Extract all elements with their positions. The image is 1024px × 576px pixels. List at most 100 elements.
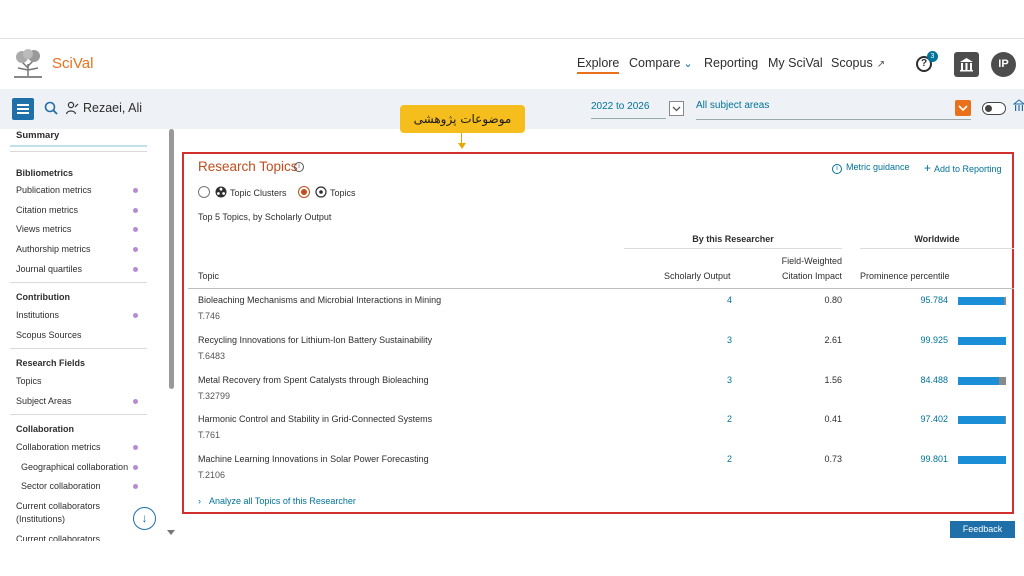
column-header-scholarly-output[interactable]: Scholarly Output <box>664 270 731 283</box>
topic-clusters-icon <box>215 186 227 198</box>
sidebar-item-publication-metrics[interactable]: Publication metrics <box>16 184 136 197</box>
topic-name[interactable]: Harmonic Control and Stability in Grid-C… <box>198 414 432 424</box>
sidebar-item-current-collaborators[interactable]: Current collaborators <box>16 533 136 541</box>
group-header-researcher: By this Researcher <box>692 234 774 244</box>
sidebar-heading-bibliometrics: Bibliometrics <box>16 168 74 178</box>
nav-compare-label: Compare <box>629 56 681 70</box>
scholarly-output-value[interactable]: 2 <box>710 414 732 424</box>
table-row[interactable]: Metal Recovery from Spent Catalysts thro… <box>184 375 1012 415</box>
table-row[interactable]: Harmonic Control and Stability in Grid-C… <box>184 414 1012 454</box>
scholarly-output-value[interactable]: 3 <box>710 335 732 345</box>
panel-menu-button[interactable] <box>12 98 34 120</box>
analyze-all-topics-link[interactable]: › Analyze all Topics of this Researcher <box>198 496 356 506</box>
topic-code: T.32799 <box>198 391 231 401</box>
year-range-dropdown[interactable] <box>669 101 684 116</box>
nav-compare[interactable]: Compare ⌄ <box>629 56 693 70</box>
metric-guidance-label: Metric guidance <box>846 162 910 172</box>
chevron-down-icon <box>672 106 681 112</box>
prominence-value[interactable]: 95.784 <box>910 295 948 305</box>
sidebar-item-summary[interactable]: Summary <box>10 129 147 147</box>
sidebar-heading-collaboration: Collaboration <box>16 424 74 434</box>
topic-name[interactable]: Machine Learning Innovations in Solar Po… <box>198 454 429 464</box>
annotation-arrow-icon <box>458 143 466 149</box>
column-header-fwci-line1[interactable]: Field-Weighted <box>778 255 842 268</box>
institution-icon[interactable] <box>1013 99 1024 113</box>
scholarly-output-value[interactable]: 3 <box>710 375 732 385</box>
sidebar-item-citation-metrics[interactable]: Citation metrics <box>16 204 136 217</box>
view-toggle[interactable] <box>982 102 1006 115</box>
external-link-icon: ↗ <box>876 59 886 70</box>
brand-name[interactable]: SciVal <box>52 55 93 72</box>
table-row[interactable]: Machine Learning Innovations in Solar Po… <box>184 454 1012 494</box>
radio-topic-clusters[interactable] <box>198 186 210 198</box>
sidebar-item-scopus-sources[interactable]: Scopus Sources <box>16 329 136 342</box>
sidebar-item-subject-areas[interactable]: Subject Areas <box>16 395 136 408</box>
nav-reporting[interactable]: Reporting <box>704 56 758 70</box>
sidebar-item-authorship-metrics[interactable]: Authorship metrics <box>16 243 136 256</box>
researcher-icon <box>65 101 79 115</box>
scholarly-output-value[interactable]: 4 <box>710 295 732 305</box>
column-header-fwci-line2[interactable]: Citation Impact <box>768 270 842 283</box>
sidebar-heading-contribution: Contribution <box>16 292 70 302</box>
sidebar-item-collaboration-metrics[interactable]: Collaboration metrics <box>16 441 136 454</box>
prominence-bar <box>958 337 1006 345</box>
user-avatar[interactable]: IP <box>991 52 1016 77</box>
scroll-down-arrow-icon[interactable] <box>167 530 175 535</box>
prominence-value[interactable]: 97.402 <box>910 414 948 424</box>
prominence-bar <box>958 456 1006 464</box>
sidebar-divider <box>10 414 147 415</box>
prominence-bar-fill <box>958 377 999 385</box>
nav-explore[interactable]: Explore <box>577 56 620 74</box>
sidebar-dot-icon <box>133 445 138 450</box>
feedback-button[interactable]: Feedback <box>950 521 1015 538</box>
scroll-down-button[interactable]: ↓ <box>133 507 156 530</box>
prominence-value[interactable]: 84.488 <box>910 375 948 385</box>
column-header-prominence[interactable]: Prominence percentile <box>860 270 950 283</box>
fwci-value: 2.61 <box>824 335 842 345</box>
year-range-select[interactable]: 2022 to 2026 <box>591 101 666 119</box>
sidebar-divider <box>10 348 147 349</box>
sidebar-item-views-metrics[interactable]: Views metrics <box>16 223 136 236</box>
sidebar-dot-icon <box>133 188 138 193</box>
nav-scopus[interactable]: Scopus ↗ <box>831 56 885 70</box>
institution-button[interactable] <box>954 52 979 77</box>
prominence-bar <box>958 297 1006 305</box>
sidebar-divider <box>10 282 147 283</box>
annotation-callout: موضوعات پژوهشی <box>400 105 525 133</box>
prominence-bar-fill <box>958 416 1005 424</box>
sidebar-item-current-collaborators-institutions[interactable]: Current collaborators (Institutions) <box>16 500 136 526</box>
radio-topics[interactable] <box>298 186 310 198</box>
topic-name[interactable]: Metal Recovery from Spent Catalysts thro… <box>198 375 429 385</box>
sidebar-dot-icon <box>133 465 138 470</box>
nav-my-scival[interactable]: My SciVal <box>768 56 823 70</box>
topic-code: T.2106 <box>198 470 226 480</box>
subject-area-select[interactable]: All subject areas <box>696 100 971 120</box>
topic-name[interactable]: Bioleaching Mechanisms and Microbial Int… <box>198 295 441 305</box>
column-header-topic[interactable]: Topic <box>198 270 219 283</box>
sidebar-item-topics[interactable]: Topics <box>16 375 136 388</box>
sidebar-dot-icon <box>133 313 138 318</box>
table-row[interactable]: Recycling Innovations for Lithium-Ion Ba… <box>184 335 1012 375</box>
topics-icon <box>315 186 327 198</box>
sidebar-scrollbar[interactable] <box>169 129 174 389</box>
metric-guidance-link[interactable]: i Metric guidance <box>832 162 910 174</box>
radio-topic-clusters-label: Topic Clusters <box>230 188 287 198</box>
info-icon[interactable]: i <box>294 162 304 172</box>
feedback-label: Feedback <box>962 524 1003 534</box>
subject-area-dropdown[interactable] <box>955 100 971 116</box>
sidebar-item-geographical-collaboration[interactable]: Geographical collaboration <box>21 461 141 474</box>
prominence-value[interactable]: 99.925 <box>910 335 948 345</box>
search-icon[interactable] <box>44 101 58 115</box>
plus-icon: + <box>924 161 932 175</box>
prominence-value[interactable]: 99.801 <box>910 454 948 464</box>
add-to-reporting-link[interactable]: + Add to Reporting <box>924 161 1002 175</box>
sidebar-item-institutions[interactable]: Institutions <box>16 309 136 322</box>
topic-name[interactable]: Recycling Innovations for Lithium-Ion Ba… <box>198 335 432 345</box>
table-row[interactable]: Bioleaching Mechanisms and Microbial Int… <box>184 295 1012 335</box>
sidebar-item-journal-quartiles[interactable]: Journal quartiles <box>16 263 136 276</box>
fwci-value: 0.73 <box>824 454 842 464</box>
scholarly-output-value[interactable]: 2 <box>710 454 732 464</box>
sidebar: Summary Bibliometrics Publication metric… <box>0 129 178 541</box>
sidebar-item-sector-collaboration[interactable]: Sector collaboration <box>21 480 141 493</box>
prominence-bar-fill <box>958 297 1004 305</box>
